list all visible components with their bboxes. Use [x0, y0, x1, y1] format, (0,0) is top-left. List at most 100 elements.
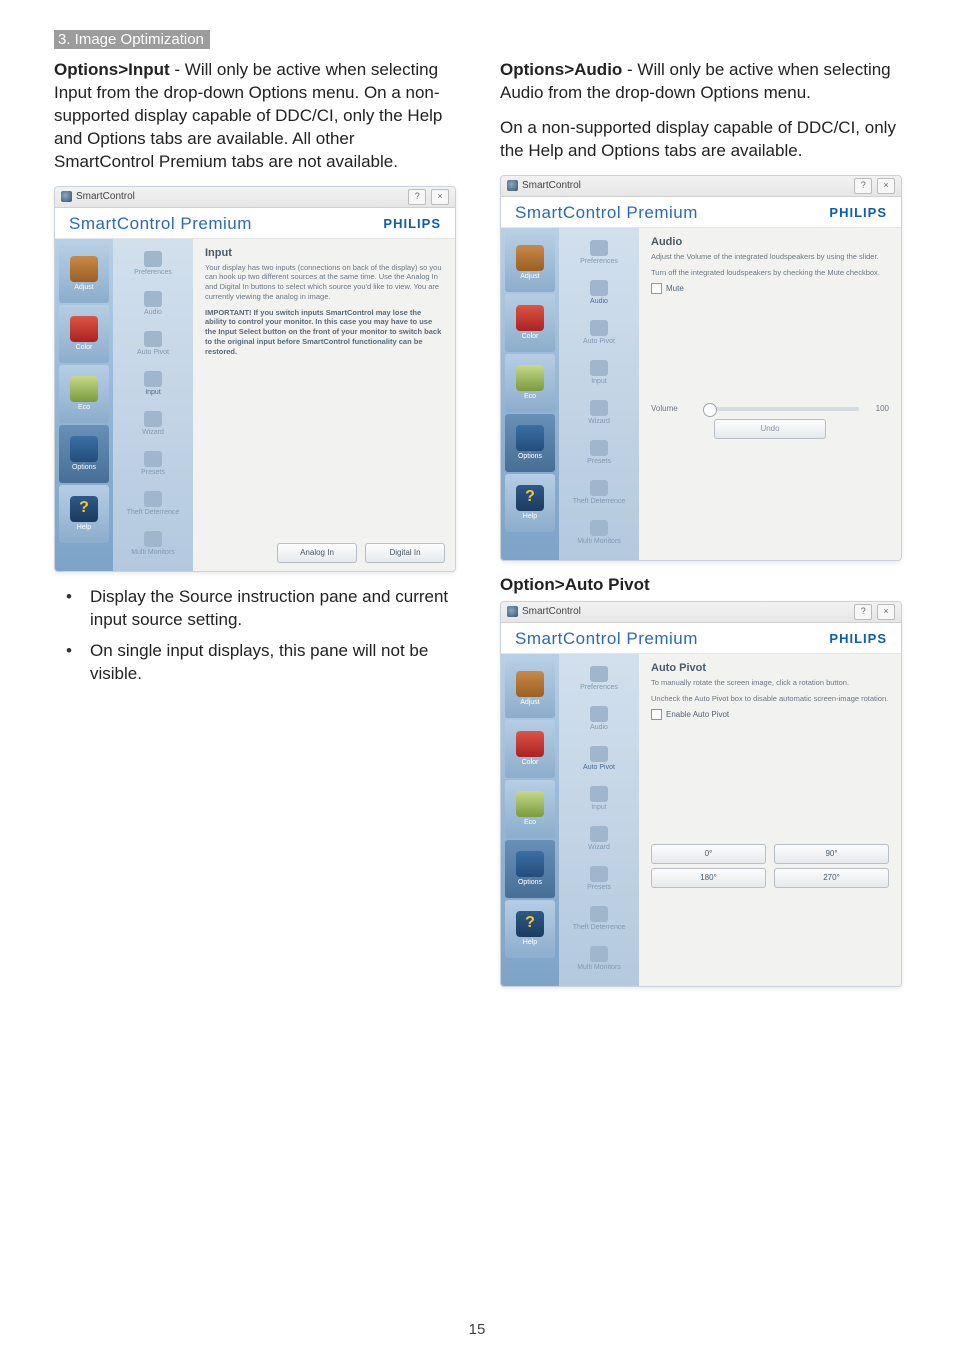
- subnav-audio[interactable]: Audio: [559, 274, 639, 312]
- tab-eco[interactable]: Eco: [505, 354, 555, 412]
- mute-label: Mute: [666, 284, 684, 293]
- subnav-input[interactable]: Input: [559, 780, 639, 818]
- subnav-presets[interactable]: Presets: [113, 445, 193, 483]
- mute-checkbox[interactable]: Mute: [651, 283, 889, 294]
- tab-color[interactable]: Color: [505, 720, 555, 778]
- pane-desc-2: Turn off the integrated loudspeakers by …: [651, 268, 889, 278]
- pane-desc-1: To manually rotate the screen image, cli…: [651, 678, 889, 688]
- pane-desc-1: Your display has two inputs (connections…: [205, 263, 443, 302]
- left-nav: Adjust Color Eco Options Help: [55, 239, 113, 571]
- subnav-theft[interactable]: Theft Deterrence: [559, 900, 639, 938]
- subnav-preferences[interactable]: Preferences: [113, 245, 193, 283]
- tab-options[interactable]: Options: [505, 414, 555, 472]
- pane-desc-2: Uncheck the Auto Pivot box to disable au…: [651, 694, 889, 704]
- tab-adjust[interactable]: Adjust: [59, 245, 109, 303]
- subnav-multi[interactable]: Multi Monitors: [559, 514, 639, 552]
- close-icon[interactable]: ×: [431, 189, 449, 205]
- sub-nav: Preferences Audio Auto Pivot Input Wizar…: [113, 239, 193, 571]
- app-icon: [61, 191, 72, 202]
- philips-logo: PHILIPS: [383, 216, 441, 231]
- tab-help[interactable]: Help: [505, 474, 555, 532]
- tab-adjust[interactable]: Adjust: [505, 234, 555, 292]
- rotate-270-button[interactable]: 270°: [774, 868, 889, 888]
- volume-slider[interactable]: [703, 407, 859, 411]
- tab-color[interactable]: Color: [505, 294, 555, 352]
- section-tag: 3. Image Optimization: [54, 30, 210, 49]
- subnav-auto-pivot[interactable]: Auto Pivot: [559, 740, 639, 778]
- tab-adjust[interactable]: Adjust: [505, 660, 555, 718]
- tab-eco[interactable]: Eco: [59, 365, 109, 423]
- help-icon[interactable]: ?: [854, 604, 872, 620]
- tab-help[interactable]: Help: [505, 900, 555, 958]
- screenshot-input: SmartControl ? × SmartControl Premium PH…: [54, 186, 456, 572]
- subnav-input[interactable]: Input: [559, 354, 639, 392]
- tab-eco[interactable]: Eco: [505, 780, 555, 838]
- left-nav: Adjust Color Eco Options Help: [501, 654, 559, 986]
- content-pane-input: Input Your display has two inputs (conne…: [193, 239, 455, 571]
- volume-label: Volume: [651, 404, 697, 413]
- subnav-auto-pivot[interactable]: Auto Pivot: [113, 325, 193, 363]
- pane-title: Input: [205, 247, 443, 259]
- subnav-multi[interactable]: Multi Monitors: [113, 525, 193, 563]
- enable-auto-pivot-checkbox[interactable]: Enable Auto Pivot: [651, 709, 889, 720]
- bullet-list: Display the Source instruction pane and …: [54, 586, 454, 686]
- subhead-auto-pivot: Option>Auto Pivot: [500, 575, 900, 595]
- screenshot-audio: SmartControl ? × SmartControl Premium PH…: [500, 175, 902, 561]
- subnav-presets[interactable]: Presets: [559, 860, 639, 898]
- content-pane-pivot: Auto Pivot To manually rotate the screen…: [639, 654, 901, 986]
- subnav-preferences[interactable]: Preferences: [559, 234, 639, 272]
- left-p1-bold: Options>Input: [54, 60, 170, 79]
- undo-button[interactable]: Undo: [714, 419, 826, 439]
- subnav-multi[interactable]: Multi Monitors: [559, 940, 639, 978]
- bullet-2: On single input displays, this pane will…: [54, 640, 454, 686]
- pane-title: Audio: [651, 236, 889, 248]
- subnav-theft[interactable]: Theft Deterrence: [113, 485, 193, 523]
- subnav-audio[interactable]: Audio: [559, 700, 639, 738]
- close-icon[interactable]: ×: [877, 604, 895, 620]
- digital-in-button[interactable]: Digital In: [365, 543, 445, 563]
- tab-color[interactable]: Color: [59, 305, 109, 363]
- brand-bar: SmartControl Premium PHILIPS: [501, 623, 901, 654]
- rotate-180-button[interactable]: 180°: [651, 868, 766, 888]
- subnav-wizard[interactable]: Wizard: [113, 405, 193, 443]
- sub-nav: Preferences Audio Auto Pivot Input Wizar…: [559, 654, 639, 986]
- volume-max: 100: [865, 404, 889, 413]
- close-icon[interactable]: ×: [877, 178, 895, 194]
- titlebar: SmartControl ? ×: [501, 176, 901, 197]
- brand-bar: SmartControl Premium PHILIPS: [501, 197, 901, 228]
- analog-in-button[interactable]: Analog In: [277, 543, 357, 563]
- rotate-90-button[interactable]: 90°: [774, 844, 889, 864]
- philips-logo: PHILIPS: [829, 205, 887, 220]
- titlebar: SmartControl ? ×: [55, 187, 455, 208]
- window-title: SmartControl: [522, 180, 581, 191]
- philips-logo: PHILIPS: [829, 631, 887, 646]
- titlebar: SmartControl ? ×: [501, 602, 901, 623]
- checkbox-box[interactable]: [651, 283, 662, 294]
- brand-bar: SmartControl Premium PHILIPS: [55, 208, 455, 239]
- subnav-wizard[interactable]: Wizard: [559, 394, 639, 432]
- sub-nav: Preferences Audio Auto Pivot Input Wizar…: [559, 228, 639, 560]
- right-paragraph-2: On a non-supported display capable of DD…: [500, 117, 900, 163]
- subnav-auto-pivot[interactable]: Auto Pivot: [559, 314, 639, 352]
- subnav-preferences[interactable]: Preferences: [559, 660, 639, 698]
- tab-options[interactable]: Options: [505, 840, 555, 898]
- subnav-theft[interactable]: Theft Deterrence: [559, 474, 639, 512]
- right-paragraph-1: Options>Audio - Will only be active when…: [500, 59, 900, 105]
- content-pane-audio: Audio Adjust the Volume of the integrate…: [639, 228, 901, 560]
- left-nav: Adjust Color Eco Options Help: [501, 228, 559, 560]
- subnav-presets[interactable]: Presets: [559, 434, 639, 472]
- tab-options[interactable]: Options: [59, 425, 109, 483]
- rotate-0-button[interactable]: 0°: [651, 844, 766, 864]
- tab-help[interactable]: Help: [59, 485, 109, 543]
- help-icon[interactable]: ?: [854, 178, 872, 194]
- app-icon: [507, 180, 518, 191]
- pane-desc-2: IMPORTANT! If you switch inputs SmartCon…: [205, 308, 443, 357]
- left-paragraph-1: Options>Input - Will only be active when…: [54, 59, 454, 174]
- checkbox-box[interactable]: [651, 709, 662, 720]
- help-icon[interactable]: ?: [408, 189, 426, 205]
- subnav-input[interactable]: Input: [113, 365, 193, 403]
- subnav-wizard[interactable]: Wizard: [559, 820, 639, 858]
- app-icon: [507, 606, 518, 617]
- slider-handle[interactable]: [703, 403, 717, 417]
- subnav-audio[interactable]: Audio: [113, 285, 193, 323]
